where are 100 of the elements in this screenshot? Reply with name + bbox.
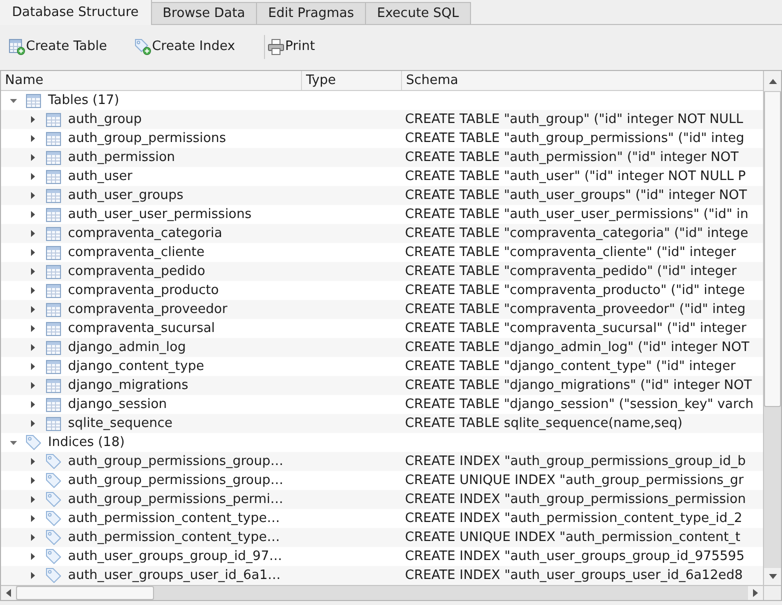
item-name: auth_permission	[68, 149, 176, 167]
caret-icon[interactable]	[31, 496, 35, 503]
caret-icon[interactable]	[10, 440, 16, 444]
caret-icon[interactable]	[31, 572, 35, 579]
tree-row[interactable]: auth_user_groups_user_id_6a1… CREATE INDEX "auth_user_groups_user_id_6a12ed8	[1, 566, 763, 585]
caret-icon[interactable]	[31, 382, 35, 389]
schema-text: CREATE INDEX "auth_group_permissions_group_id_b	[405, 454, 746, 469]
print-button[interactable]: Print	[264, 34, 319, 60]
caret-icon[interactable]	[31, 287, 35, 294]
table-icon	[46, 302, 61, 316]
item-name: compraventa_pedido	[68, 263, 206, 281]
caret-icon[interactable]	[31, 192, 35, 199]
right-arrow-icon[interactable]	[753, 589, 758, 597]
caret-icon[interactable]	[31, 268, 35, 275]
horizontal-scrollbar[interactable]	[1, 585, 763, 600]
schema-text: CREATE TABLE "django_migrations" ("id" integer NOT	[405, 378, 752, 393]
item-name: auth_permission_content_type…	[68, 529, 280, 547]
caret-icon[interactable]	[31, 306, 35, 313]
caret-icon[interactable]	[31, 534, 35, 541]
column-header[interactable]: Name	[1, 71, 302, 90]
tag-icon	[46, 511, 61, 526]
caret-icon[interactable]	[31, 363, 35, 370]
tree-row[interactable]: auth_permission_content_type… CREATE UNIQUE INDEX "auth_permission_content_t	[1, 528, 763, 547]
item-name: compraventa_proveedor	[68, 301, 228, 319]
left-arrow-icon[interactable]	[6, 589, 11, 597]
tree-row[interactable]: django_admin_log CREATE TABLE "django_admin_log" ("id" integer NOT	[1, 338, 763, 357]
create-table-button[interactable]: Create Table	[5, 34, 111, 60]
caret-icon[interactable]	[31, 401, 35, 408]
tab[interactable]: Edit Pragmas	[257, 2, 366, 25]
schema-text: CREATE TABLE "auth_group" ("id" integer NOT NULL	[405, 112, 744, 127]
item-name: sqlite_sequence	[68, 415, 172, 433]
schema-text: CREATE INDEX "auth_user_groups_user_id_6a12ed8	[405, 568, 743, 583]
caret-icon[interactable]	[31, 173, 35, 180]
caret-icon[interactable]	[31, 325, 35, 332]
tab[interactable]: Execute SQL	[366, 2, 471, 25]
column-header[interactable]: Type	[302, 71, 402, 90]
group-label: Tables (17)	[48, 92, 120, 110]
caret-icon[interactable]	[31, 477, 35, 484]
tree-row[interactable]: django_migrations CREATE TABLE "django_migrations" ("id" integer NOT	[1, 376, 763, 395]
table-icon	[46, 398, 61, 412]
schema-text: CREATE UNIQUE INDEX "auth_permission_content_t	[405, 530, 740, 545]
item-name: auth_user	[68, 168, 132, 186]
tree-row[interactable]: compraventa_proveedor CREATE TABLE "compraventa_proveedor" ("id" integ	[1, 300, 763, 319]
schema-text: CREATE TABLE "auth_permission" ("id" integer NOT	[405, 150, 739, 165]
down-arrow-icon[interactable]	[768, 574, 776, 579]
item-name: django_content_type	[68, 358, 204, 376]
up-arrow-icon[interactable]	[768, 78, 776, 84]
group-label: Indices (18)	[48, 434, 125, 452]
table-icon	[46, 264, 61, 278]
table-icon	[46, 226, 61, 240]
printer-icon	[268, 38, 284, 54]
create-index-button[interactable]: Create Index	[130, 34, 240, 60]
schema-text: CREATE TABLE "auth_user" ("id" integer NOT NULL P	[405, 169, 746, 184]
schema-text: CREATE INDEX "auth_user_groups_group_id_975595	[405, 549, 744, 564]
caret-icon[interactable]	[31, 344, 35, 351]
tag-icon	[46, 492, 61, 507]
tree-row[interactable]: sqlite_sequence CREATE TABLE sqlite_sequence(name,seq)	[1, 414, 763, 433]
caret-icon[interactable]	[10, 98, 16, 102]
table-icon	[46, 170, 61, 184]
item-name: django_migrations	[68, 377, 188, 395]
caret-icon[interactable]	[31, 515, 35, 522]
caret-icon[interactable]	[31, 458, 35, 465]
item-name: auth_group_permissions_group…	[68, 472, 284, 490]
item-name: compraventa_sucursal	[68, 320, 215, 338]
vertical-scrollbar[interactable]	[763, 71, 781, 585]
item-name: auth_user_user_permissions	[68, 206, 252, 224]
schema-text: CREATE TABLE "auth_group_permissions" ("id" integ	[405, 131, 744, 146]
tab[interactable]: Browse Data	[152, 2, 258, 25]
tree-row[interactable]: auth_group_permissions_permi… CREATE INDEX "auth_group_permissions_permission	[1, 490, 763, 509]
caret-icon[interactable]	[31, 154, 35, 161]
tree-row[interactable]: compraventa_categoria CREATE TABLE "compraventa_categoria" ("id" intege	[1, 224, 763, 243]
caret-icon[interactable]	[31, 553, 35, 560]
tree-row[interactable]: auth_user_groups CREATE TABLE "auth_user_groups" ("id" integer NOT	[1, 186, 763, 205]
column-header[interactable]: Schema	[402, 71, 763, 90]
scrollbar-thumb[interactable]	[16, 586, 154, 600]
tree-row[interactable]: auth_permission CREATE TABLE "auth_permission" ("id" integer NOT	[1, 148, 763, 167]
table-icon	[46, 132, 61, 146]
caret-icon[interactable]	[31, 116, 35, 123]
table-icon	[46, 112, 61, 126]
table-icon	[46, 150, 61, 164]
caret-icon[interactable]	[31, 211, 35, 218]
table-icon	[46, 208, 61, 222]
tree-row[interactable]: auth_group_permissions_group… CREATE INDEX "auth_group_permissions_group_id_b	[1, 452, 763, 471]
schema-text: CREATE TABLE "auth_user_user_permissions" ("id" in	[405, 207, 748, 222]
schema-text: CREATE TABLE "django_session" ("session_key" varch	[405, 397, 754, 412]
caret-icon[interactable]	[31, 420, 35, 427]
item-name: auth_group_permissions_group…	[68, 453, 284, 471]
tree-row[interactable]: auth_group CREATE TABLE "auth_group" ("id" integer NOT NULL	[1, 110, 763, 129]
caret-icon[interactable]	[31, 230, 35, 237]
schema-text: CREATE TABLE "compraventa_sucursal" ("id" integer	[405, 321, 746, 336]
scrollbar-thumb[interactable]	[764, 92, 781, 407]
tag-icon	[46, 568, 61, 583]
item-name: django_admin_log	[68, 339, 186, 357]
table-icon	[46, 322, 61, 336]
tree-row[interactable]: compraventa_pedido CREATE TABLE "compraventa_pedido" ("id" integer	[1, 262, 763, 281]
table-icon	[46, 416, 61, 430]
table-icon	[26, 94, 41, 108]
caret-icon[interactable]	[31, 135, 35, 142]
schema-text: CREATE TABLE "django_content_type" ("id" integer	[405, 359, 736, 374]
caret-icon[interactable]	[31, 249, 35, 256]
